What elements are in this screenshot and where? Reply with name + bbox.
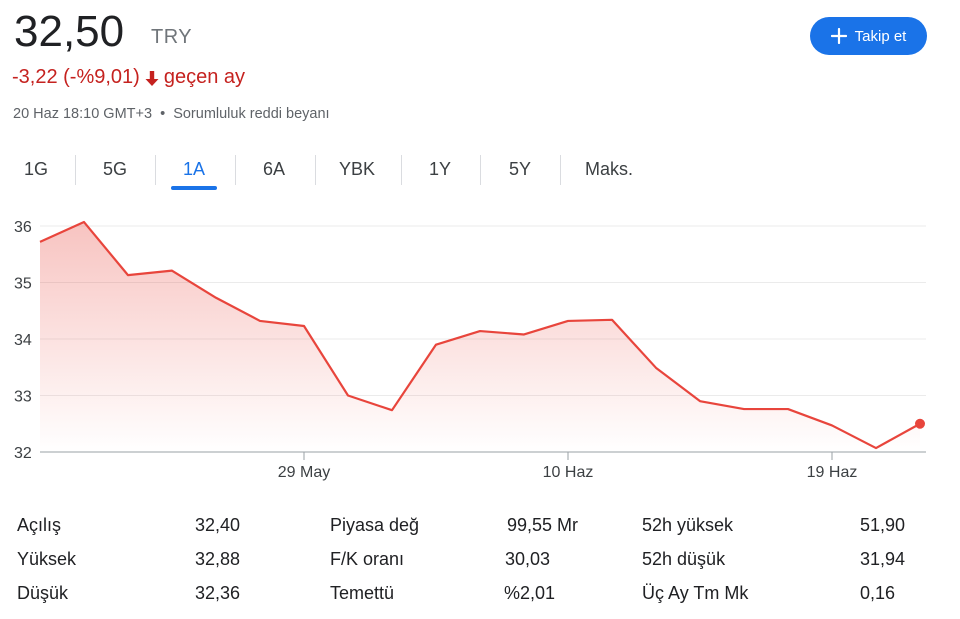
tab-ybk[interactable]: YBK <box>328 150 386 188</box>
stat-label: Düşük <box>17 583 69 603</box>
tab-5y[interactable]: 5Y <box>494 150 546 188</box>
stat-label: Yüksek <box>17 549 77 569</box>
plus-icon <box>830 28 847 44</box>
y-tick-label: 36 <box>14 219 32 236</box>
tab-divider <box>315 155 316 185</box>
stat-value: 32,88 <box>194 549 240 569</box>
tab-1y[interactable]: 1Y <box>414 150 466 188</box>
disclaimer-link[interactable]: Sorumluluk reddi beyanı <box>173 106 329 122</box>
current-price-dot <box>915 418 925 429</box>
tab-6a[interactable]: 6A <box>248 150 300 188</box>
stat-label: 52h düşük <box>642 549 726 569</box>
tab-label: 1Y <box>428 158 452 179</box>
stat-value: 31,94 <box>859 549 905 569</box>
tab-divider <box>155 155 156 185</box>
x-tick-label: 29 May <box>278 464 330 481</box>
stat-value: 51,90 <box>859 515 905 535</box>
stat-value: 30,03 <box>504 549 550 569</box>
price-chart[interactable]: 32 33 34 35 36 29 May 10 Haz 19 Haz <box>0 200 960 500</box>
y-tick-label: 33 <box>14 389 32 406</box>
tab-label: Maks. <box>584 158 633 179</box>
change-period: geçen ay <box>163 66 246 88</box>
change-value: -3,22 (-%9,01) <box>12 66 140 88</box>
tab-label: 1A <box>182 158 206 179</box>
stats-row: Düşük 32,36 Temettü %2,01 Üç Ay Tm Mk 0,… <box>0 583 960 613</box>
stat-value: 32,40 <box>194 515 240 535</box>
tab-label: 5Y <box>508 158 532 179</box>
x-tick-label: 10 Haz <box>543 464 594 481</box>
tab-label: 5G <box>102 158 127 179</box>
stat-value: %2,01 <box>503 583 555 603</box>
stat-label: Üç Ay Tm Mk <box>642 583 749 603</box>
tab-label: YBK <box>338 158 376 179</box>
y-tick-label: 34 <box>14 332 32 349</box>
tab-divider <box>480 155 481 185</box>
price-change: -3,22 (-%9,01) geçen ay <box>12 66 245 89</box>
stat-value: 32,36 <box>194 583 240 603</box>
stock-price: 32,50 <box>14 7 125 56</box>
range-tabs: 1G 5G 1A 6A YBK 1Y 5Y Maks. <box>0 150 700 190</box>
stats-row: Yüksek 32,88 F/K oranı 30,03 52h düşük 3… <box>0 549 960 579</box>
stat-label: 52h yüksek <box>642 515 734 535</box>
meta-separator: • <box>160 106 166 122</box>
stat-label: Temettü <box>330 583 395 603</box>
tab-1a[interactable]: 1A <box>168 150 220 188</box>
price-area <box>40 222 920 452</box>
stats-row: Açılış 32,40 Piyasa değ 99,55 Mr 52h yük… <box>0 515 960 545</box>
follow-button[interactable]: Takip et <box>810 17 927 55</box>
tab-label: 1G <box>23 158 48 179</box>
stat-value: 0,16 <box>859 583 895 603</box>
stat-label: Piyasa değ <box>330 515 420 535</box>
x-tick-label: 19 Haz <box>807 464 858 481</box>
stat-value: 99,55 Mr <box>506 515 578 535</box>
arrow-down-icon <box>145 70 159 86</box>
y-tick-label: 32 <box>14 445 32 462</box>
tab-maks[interactable]: Maks. <box>576 150 642 188</box>
quote-meta: 20 Haz 18:10 GMT+3 • Sorumluluk reddi be… <box>13 106 330 122</box>
tab-1g[interactable]: 1G <box>10 150 62 188</box>
tab-label: 6A <box>262 158 286 179</box>
currency-code: TRY <box>151 26 193 48</box>
timestamp: 20 Haz 18:10 GMT+3 <box>13 106 153 122</box>
stat-label: Açılış <box>17 515 62 535</box>
tab-divider <box>75 155 76 185</box>
tab-divider <box>560 155 561 185</box>
y-tick-label: 35 <box>14 276 32 293</box>
stat-label: F/K oranı <box>330 549 405 569</box>
tab-divider <box>235 155 236 185</box>
tab-divider <box>401 155 402 185</box>
follow-button-label: Takip et <box>854 27 907 45</box>
tab-5g[interactable]: 5G <box>89 150 141 188</box>
